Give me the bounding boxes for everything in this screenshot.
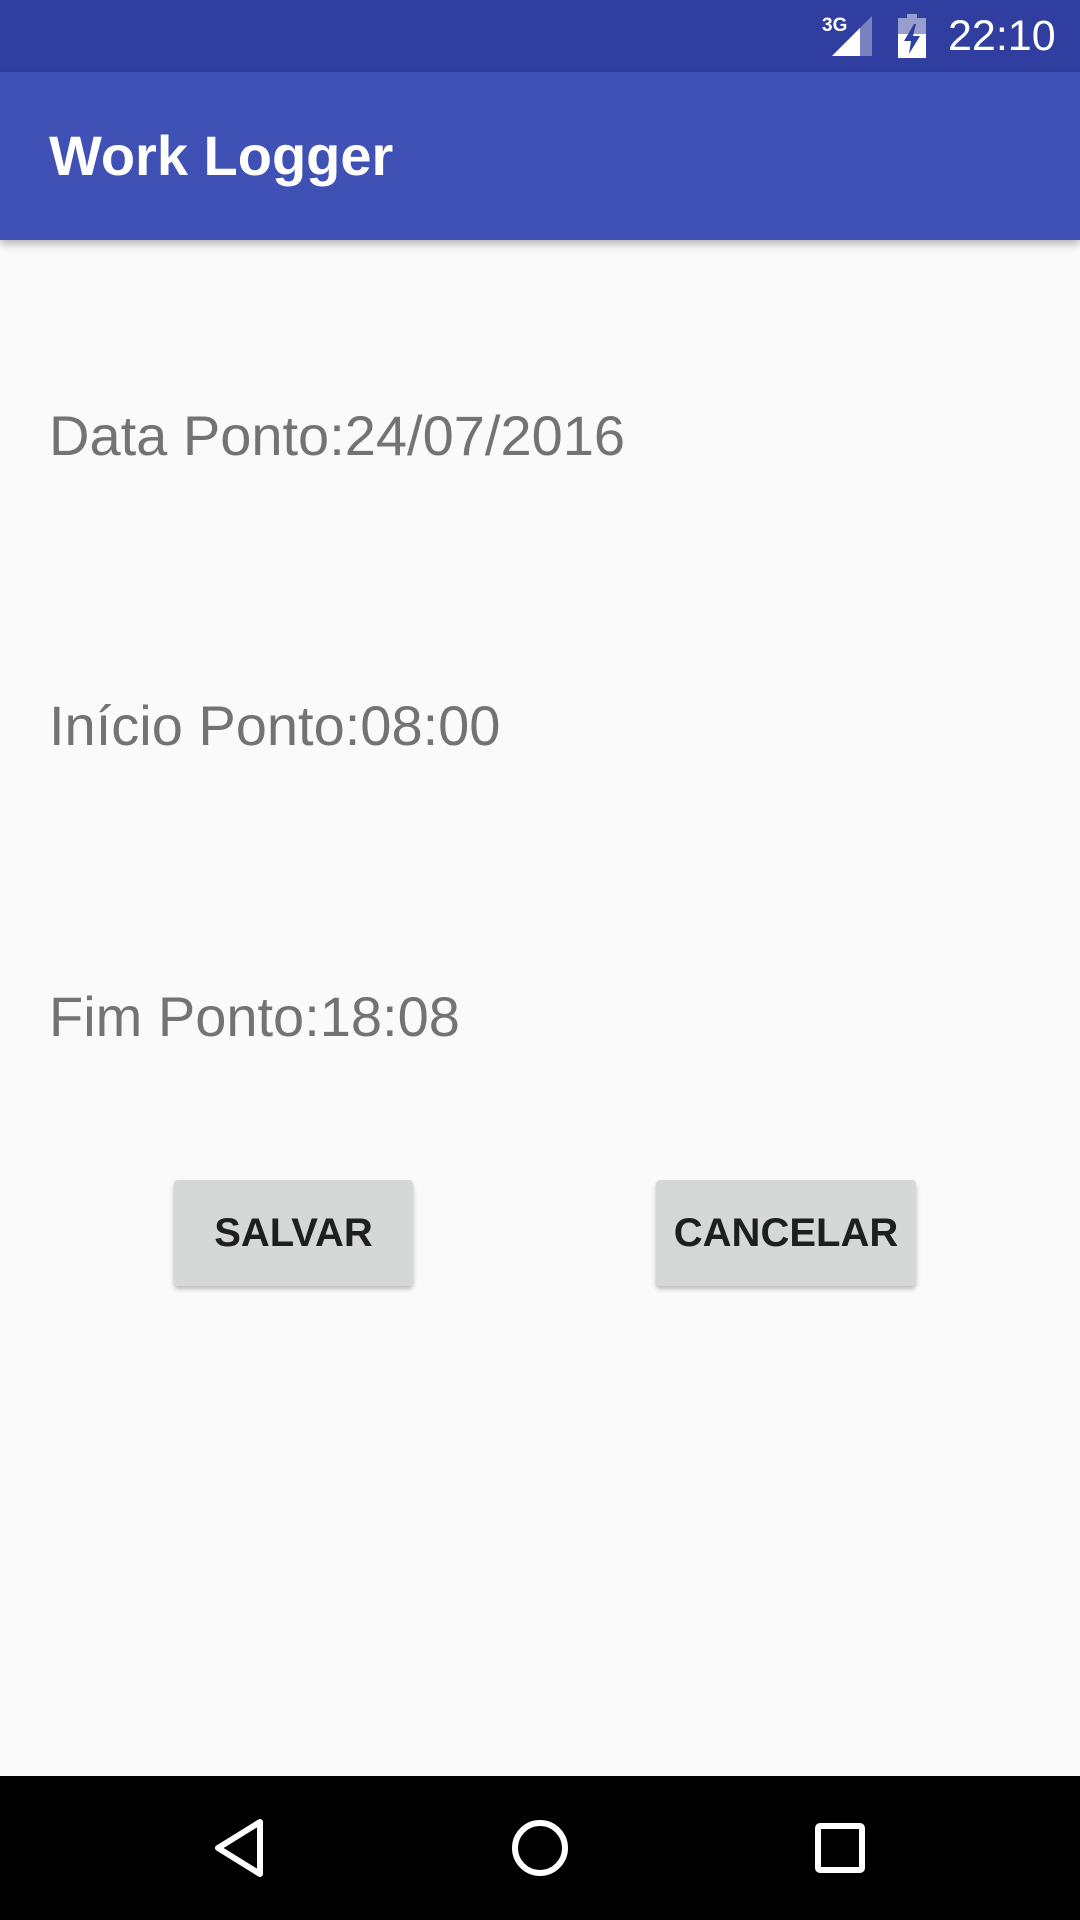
save-button[interactable]: SALVAR	[174, 1180, 413, 1286]
status-time: 22:10	[948, 12, 1056, 60]
main-content: Data Ponto:24/07/2016 Início Ponto:08:00…	[0, 240, 1080, 1776]
network-type-label: 3G	[822, 15, 847, 36]
home-icon[interactable]	[490, 1798, 590, 1898]
network-3g-signal-icon: 3G	[822, 15, 872, 56]
navigation-bar	[0, 1776, 1080, 1920]
recents-icon[interactable]	[790, 1798, 890, 1898]
end-time-label: Fim Ponto:18:08	[49, 985, 460, 1048]
back-icon[interactable]	[190, 1798, 290, 1898]
app-title: Work Logger	[49, 124, 394, 187]
battery-charging-icon	[898, 14, 926, 58]
app-bar: Work Logger	[0, 72, 1080, 240]
start-time-label: Início Ponto:08:00	[49, 694, 501, 757]
cancel-button[interactable]: CANCELAR	[656, 1180, 916, 1286]
status-bar: 3G 22:10	[0, 0, 1080, 72]
date-label: Data Ponto:24/07/2016	[49, 404, 626, 467]
